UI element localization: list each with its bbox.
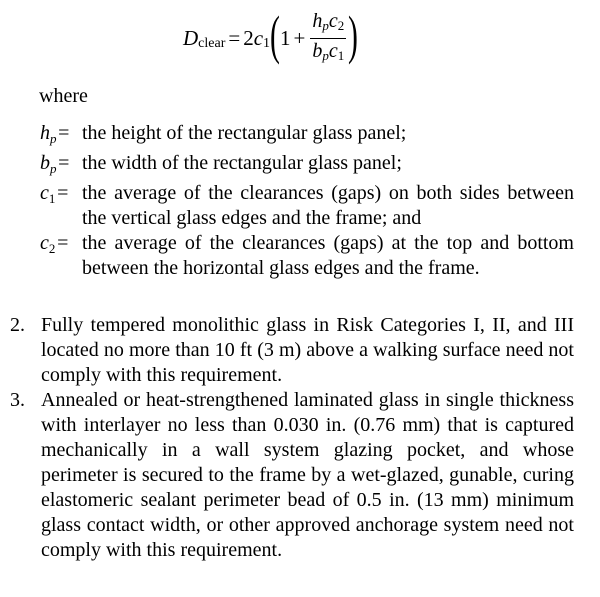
definition-symbol: c1 =	[40, 182, 69, 206]
eq-denominator: bpc1	[312, 39, 345, 63]
definition-symbol: bp =	[40, 152, 70, 176]
eq-c1-symbol: c	[253, 25, 264, 50]
clearance-equation: D clear = 2 c 1 ( 1 + hpc2 bpc1 )	[183, 6, 358, 70]
eq-c1-subscript: 1	[263, 36, 271, 51]
definition-text: the width of the rectangular glass panel…	[82, 152, 402, 174]
definition-symbol: c2 =	[40, 232, 69, 256]
list-item: 3. Annealed or heat-strengthened laminat…	[10, 388, 574, 563]
eq-numerator: hpc2	[310, 9, 347, 39]
list-item-text: Annealed or heat-strengthened laminated …	[41, 389, 574, 561]
definitions-list: hp = the height of the rectangular glass…	[40, 121, 574, 281]
eq-equals: =	[228, 25, 241, 50]
eq-lhs-symbol: D	[183, 25, 199, 50]
eq-fraction: hpc2 bpc1	[310, 9, 347, 68]
eq-one: 1	[280, 25, 291, 50]
eq-plus: +	[293, 25, 306, 50]
definition-text: the height of the rectangular glass pane…	[82, 122, 407, 144]
definition-text: the average of the clearances (gaps) on …	[82, 182, 574, 229]
definition-item: hp = the height of the rectangular glass…	[40, 121, 574, 151]
where-label: where	[39, 85, 88, 107]
eq-lhs-subscript: clear	[198, 36, 226, 51]
definition-symbol: hp =	[40, 122, 70, 146]
list-item: 2. Fully tempered monolithic glass in Ri…	[10, 313, 574, 388]
definition-item: bp = the width of the rectangular glass …	[40, 151, 574, 181]
right-paren: )	[348, 5, 359, 65]
list-item-number: 2.	[10, 314, 25, 336]
eq-coefficient: 2	[243, 25, 254, 50]
left-paren: (	[270, 5, 280, 65]
definition-item: c2 = the average of the clearances (gaps…	[40, 231, 574, 281]
document-page: D clear = 2 c 1 ( 1 + hpc2 bpc1 ) where …	[0, 0, 600, 597]
list-item-text: Fully tempered monolithic glass in Risk …	[41, 314, 574, 386]
definition-item: c1 = the average of the clearances (gaps…	[40, 181, 574, 231]
list-item-number: 3.	[10, 389, 25, 411]
definition-text: the average of the clearances (gaps) at …	[82, 232, 574, 279]
exceptions-list: 2. Fully tempered monolithic glass in Ri…	[10, 313, 574, 563]
